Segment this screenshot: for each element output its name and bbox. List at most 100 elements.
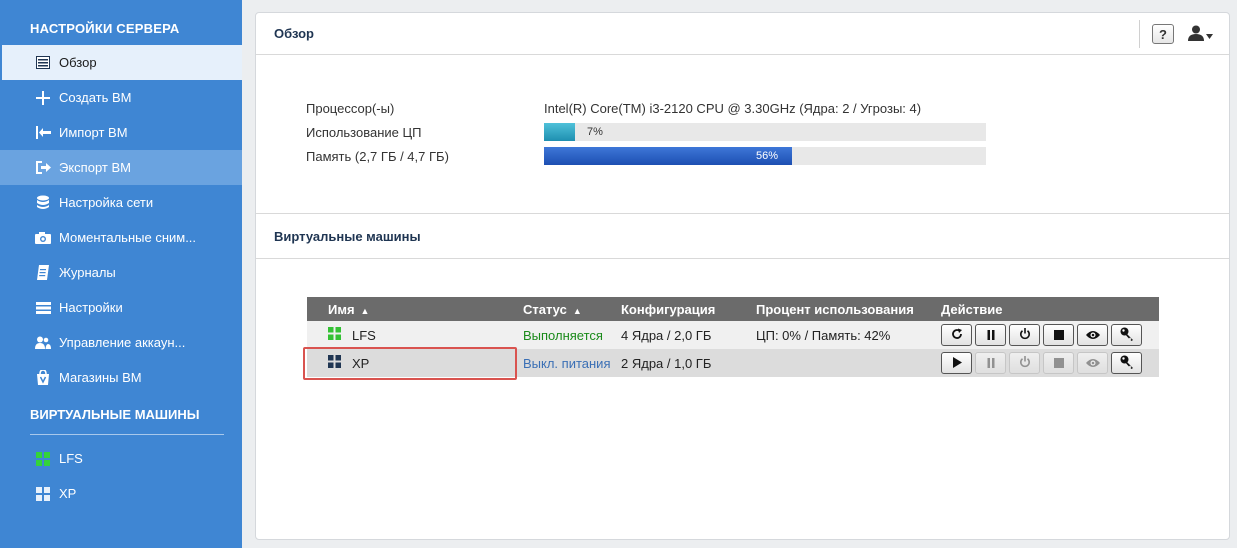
key-icon xyxy=(1120,327,1134,344)
cpu-usage-row: Использование ЦП 7% xyxy=(306,123,1006,147)
vm-table-header: Имя ▲ Статус ▲ Конфигурация Процент исполь… xyxy=(307,297,1159,321)
sidebar-item-label: Настройка сети xyxy=(59,195,154,210)
settings-key-button[interactable] xyxy=(1111,324,1142,346)
stop-button[interactable] xyxy=(1043,324,1074,346)
stop-icon xyxy=(1053,356,1064,371)
column-name-label: Имя xyxy=(328,301,355,317)
vm-section-header: Виртуальные машины xyxy=(256,213,1229,259)
sidebar-item-label: Настройки xyxy=(59,300,123,315)
page-title: Обзор xyxy=(274,26,314,41)
sidebar-item-logs[interactable]: Журналы xyxy=(0,255,242,290)
column-header-usage[interactable]: Процент использования xyxy=(756,297,941,321)
cpu-value: Intel(R) Core(TM) i3-2120 CPU @ 3.30GHz … xyxy=(544,101,922,116)
memory-label: Память (2,7 ГБ / 4,7 ГБ) xyxy=(306,149,449,164)
column-header-action: Действие xyxy=(941,297,1159,321)
overview-icon xyxy=(35,55,51,71)
power-icon xyxy=(1019,327,1031,343)
user-icon xyxy=(1188,25,1204,44)
user-menu-button[interactable] xyxy=(1188,25,1213,44)
sidebar-item-snapshots[interactable]: Моментальные сним... xyxy=(0,220,242,255)
sidebar-item-network[interactable]: Настройка сети xyxy=(0,185,242,220)
sidebar-item-export-vm[interactable]: Экспорт ВМ xyxy=(0,150,242,185)
key-icon xyxy=(1120,355,1134,372)
header-divider xyxy=(1139,20,1140,48)
logs-icon xyxy=(35,265,51,281)
eye-icon xyxy=(1085,328,1100,343)
settings-key-button[interactable] xyxy=(1111,352,1142,374)
sidebar-item-label: LFS xyxy=(59,451,83,466)
cpu-label: Процессор(-ы) xyxy=(306,101,395,116)
vm-config: 2 Ядра / 1,0 ГБ xyxy=(621,349,756,377)
power-button[interactable] xyxy=(1009,324,1040,346)
vm-status: Выполняется xyxy=(523,321,621,349)
pause-button[interactable] xyxy=(975,324,1006,346)
windows-white-icon xyxy=(35,486,51,502)
memory-bar: 56% xyxy=(544,147,986,165)
sidebar-item-label: Моментальные сним... xyxy=(59,230,197,245)
eye-icon xyxy=(1085,356,1100,371)
vm-usage: ЦП: 0% / Память: 42% xyxy=(756,321,941,349)
sidebar-item-vm-lfs[interactable]: LFS xyxy=(0,441,242,476)
power-icon xyxy=(1019,355,1031,371)
sidebar-item-label: Импорт ВМ xyxy=(59,125,128,140)
restart-button[interactable] xyxy=(941,324,972,346)
sidebar-item-label: Управление аккаун... xyxy=(59,335,186,350)
table-row[interactable]: XP Выкл. питания 2 Ядра / 1,0 ГБ xyxy=(307,349,1159,377)
sidebar-item-label: Магазины ВМ xyxy=(59,370,142,385)
windows-green-icon xyxy=(328,327,341,343)
memory-fill xyxy=(544,147,792,165)
server-info: Процессор(-ы) Intel(R) Core(TM) i3-2120 … xyxy=(306,99,1006,171)
sidebar-header-server-settings: НАСТРОЙКИ СЕРВЕРА xyxy=(30,21,180,36)
vm-name: XP xyxy=(352,355,370,371)
cpu-usage-bar: 7% xyxy=(544,123,986,141)
overview-header: Обзор ? xyxy=(256,13,1229,55)
column-header-config[interactable]: Конфигурация xyxy=(621,297,756,321)
sidebar-item-overview[interactable]: Обзор xyxy=(2,45,242,80)
network-icon xyxy=(35,195,51,211)
pause-button[interactable] xyxy=(975,352,1006,374)
export-icon xyxy=(35,160,51,176)
memory-row: Память (2,7 ГБ / 4,7 ГБ) 56% xyxy=(306,147,1006,171)
cpu-usage-fill xyxy=(544,123,575,141)
vm-name: LFS xyxy=(352,327,376,343)
sidebar-item-label: Экспорт ВМ xyxy=(59,160,131,175)
stop-icon xyxy=(1053,328,1064,343)
power-button[interactable] xyxy=(1009,352,1040,374)
table-row[interactable]: LFS Выполняется 4 Ядра / 2,0 ГБ ЦП: 0% /… xyxy=(307,321,1159,349)
sidebar-item-label: XP xyxy=(59,486,77,501)
sidebar-divider xyxy=(30,434,224,435)
restart-icon xyxy=(951,328,963,343)
start-button[interactable] xyxy=(941,352,972,374)
help-button[interactable]: ? xyxy=(1152,24,1174,44)
vm-name-cell[interactable]: LFS xyxy=(307,321,523,349)
sidebar-item-label: Обзор xyxy=(59,55,97,70)
cpu-usage-label: Использование ЦП xyxy=(306,125,422,140)
store-icon xyxy=(35,370,51,386)
sort-asc-icon: ▲ xyxy=(572,305,582,316)
sidebar-item-import-vm[interactable]: Импорт ВМ xyxy=(0,115,242,150)
camera-icon xyxy=(35,230,51,246)
sidebar-item-settings[interactable]: Настройки xyxy=(0,290,242,325)
sidebar-item-create-vm[interactable]: Создать ВМ xyxy=(0,80,242,115)
header-tools: ? xyxy=(1139,13,1229,55)
accounts-icon xyxy=(35,335,51,351)
column-header-name[interactable]: Имя ▲ xyxy=(307,297,523,321)
view-console-button[interactable] xyxy=(1077,352,1108,374)
sidebar-item-accounts[interactable]: Управление аккаун... xyxy=(0,325,242,360)
sidebar-item-vm-stores[interactable]: Магазины ВМ xyxy=(0,360,242,395)
column-status-label: Статус xyxy=(523,301,567,317)
vm-table: Имя ▲ Статус ▲ Конфигурация Процент исполь… xyxy=(307,297,1159,377)
pause-icon xyxy=(986,356,996,371)
sidebar-item-label: Создать ВМ xyxy=(59,90,132,105)
plus-icon xyxy=(35,90,51,106)
cpu-row: Процессор(-ы) Intel(R) Core(TM) i3-2120 … xyxy=(306,99,1006,123)
stop-button[interactable] xyxy=(1043,352,1074,374)
vm-name-cell[interactable]: XP xyxy=(307,349,523,377)
vm-usage xyxy=(756,349,941,377)
play-icon xyxy=(952,356,962,371)
sidebar-item-vm-xp[interactable]: XP xyxy=(0,476,242,511)
column-header-status[interactable]: Статус ▲ xyxy=(523,297,621,321)
vm-actions xyxy=(941,349,1159,377)
sidebar: НАСТРОЙКИ СЕРВЕРА Обзор Создать ВМ Импор… xyxy=(0,0,242,548)
view-console-button[interactable] xyxy=(1077,324,1108,346)
